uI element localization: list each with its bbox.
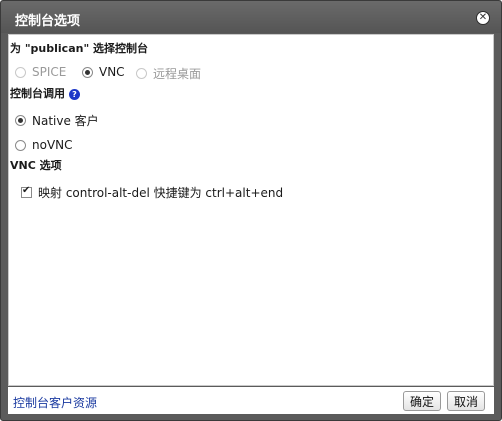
dialog-title: 控制台选项 (15, 14, 81, 29)
radio-native-client-label: Native 客户 (32, 114, 99, 128)
map-cad-option[interactable]: 映射 control-alt-del 快捷键为 ctrl+alt+end (21, 184, 283, 201)
dialog-content: 为 "publican" 选择控制台 SPICE VNC 远程桌面 控制台调用?… (8, 34, 494, 386)
ok-button[interactable]: 确定 (403, 391, 442, 411)
radio-vnc-button[interactable] (82, 66, 93, 78)
radio-novnc-label: noVNC (32, 138, 73, 152)
radio-vnc-label: VNC (99, 65, 125, 79)
radio-novnc-button[interactable] (15, 139, 26, 151)
radio-native-client-button[interactable] (15, 115, 26, 126)
vnc-options-label: VNC 选项 (10, 159, 62, 172)
radio-remote-desktop[interactable]: 远程桌面 (136, 65, 201, 82)
radio-spice[interactable]: SPICE (15, 65, 66, 79)
radio-remote-desktop-button[interactable] (136, 68, 147, 79)
console-client-resources-link[interactable]: 控制台客户资源 (13, 394, 97, 411)
help-icon[interactable]: ? (69, 88, 80, 100)
radio-remote-desktop-label: 远程桌面 (153, 67, 202, 81)
map-cad-checkbox[interactable] (21, 185, 32, 198)
radio-spice-button[interactable] (15, 66, 26, 78)
radio-native-client[interactable]: Native 客户 (15, 112, 99, 129)
radio-vnc[interactable]: VNC (82, 65, 125, 79)
console-invocation-label: 控制台调用 (10, 87, 65, 100)
console-select-label: 为 "publican" 选择控制台 (10, 42, 149, 55)
map-cad-label: 映射 control-alt-del 快捷键为 ctrl+alt+end (38, 186, 284, 200)
close-icon[interactable]: ✕ (476, 11, 490, 25)
dialog-footer: 控制台客户资源 确定 取消 (8, 387, 494, 414)
console-options-dialog: 控制台选项 ✕ 为 "publican" 选择控制台 SPICE VNC 远程桌… (0, 0, 502, 421)
console-invocation-heading: 控制台调用? (10, 85, 80, 101)
radio-novnc[interactable]: noVNC (15, 138, 73, 152)
dialog-titlebar: 控制台选项 ✕ (1, 1, 501, 33)
radio-spice-label: SPICE (32, 65, 67, 79)
cancel-button[interactable]: 取消 (447, 391, 486, 411)
